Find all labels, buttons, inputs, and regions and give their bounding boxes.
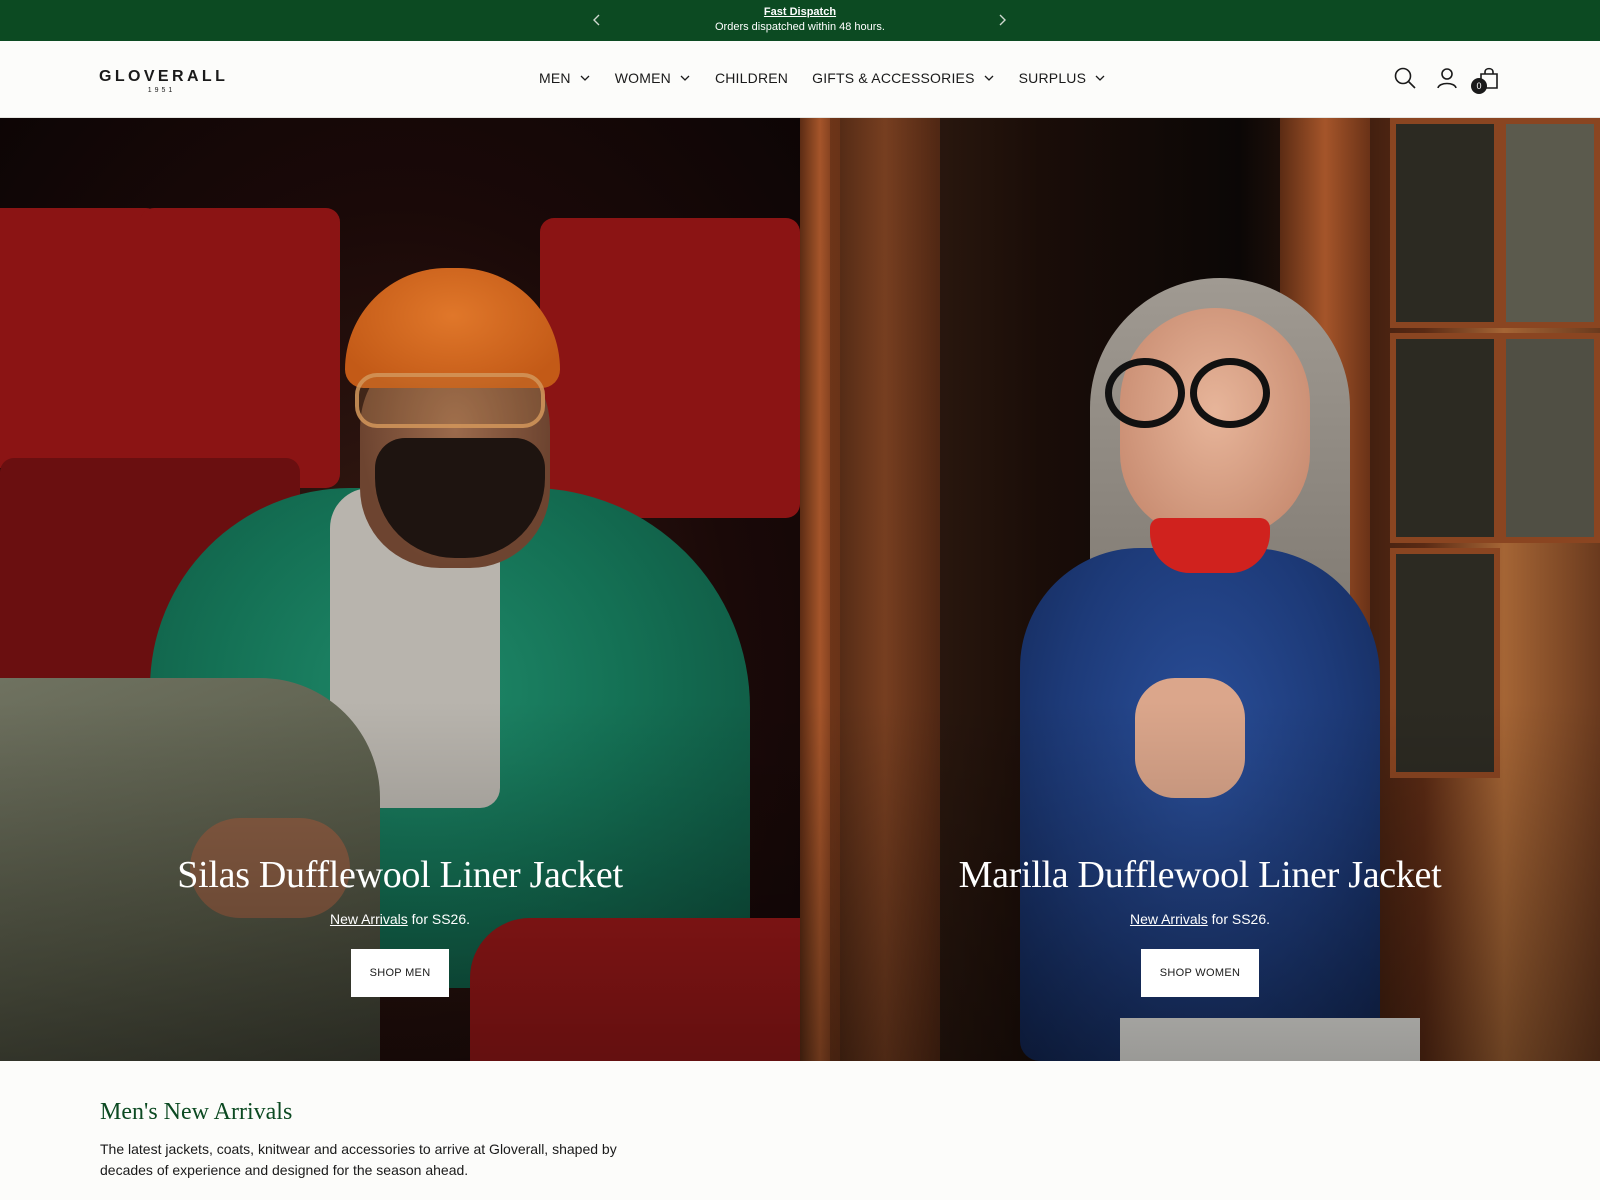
model-glasses-image [1190,358,1270,428]
model-scarf-image [1150,518,1270,573]
nav-item-gifts-accessories[interactable]: GIFTS & ACCESSORIES [812,70,995,86]
announcement-message: Fast Dispatch Orders dispatched within 4… [0,5,1600,34]
nav-item-label: CHILDREN [714,70,789,86]
nav-item-label: MEN [539,70,571,86]
theatre-seat-image [140,208,340,488]
chevron-down-icon [580,75,590,81]
door-window-image [1390,333,1500,543]
chevron-down-icon [680,75,690,81]
hero-subtitle-text: for SS26. [1207,911,1271,927]
cart-count-badge: 0 [1471,78,1487,94]
chevron-right-icon[interactable] [994,12,1010,28]
brand-wordmark: GLOVERALL [99,68,229,85]
theatre-seat-image [0,208,160,468]
new-arrivals-link[interactable]: New Arrivals [1130,911,1208,927]
search-icon[interactable] [1393,66,1417,90]
new-arrivals-section: Men's New Arrivals The latest jackets, c… [100,1097,620,1181]
hero-subtitle-men: New Arrivals for SS26. [0,911,800,927]
site-header: GLOVERALL 1951 MEN WOMEN CHILDREN GIFTS … [0,41,1600,118]
hero-banner: Silas Dufflewool Liner Jacket New Arriva… [0,118,1600,1061]
hero-panel-men[interactable]: Silas Dufflewool Liner Jacket New Arriva… [0,118,800,1061]
nav-item-label: GIFTS & ACCESSORIES [812,70,975,86]
new-arrivals-link[interactable]: New Arrivals [330,911,408,927]
hero-subtitle-text: for SS26. [407,911,471,927]
cart-icon[interactable]: 0 [1471,66,1501,94]
hero-caption-men: Silas Dufflewool Liner Jacket New Arriva… [0,853,800,997]
door-window-image [1500,118,1600,328]
announcement-bar: Fast Dispatch Orders dispatched within 4… [0,0,1600,41]
shop-men-button[interactable]: SHOP MEN [350,949,450,997]
hero-subtitle-women: New Arrivals for SS26. [800,911,1600,927]
theatre-seat-image [540,218,800,518]
header-icons: 0 [1393,66,1501,94]
main-nav: MEN WOMEN CHILDREN GIFTS & ACCESSORIES S… [539,70,1130,86]
nav-item-children[interactable]: CHILDREN [715,70,788,86]
shop-women-button[interactable]: SHOP WOMEN [1140,949,1260,997]
nav-item-surplus[interactable]: SURPLUS [1019,70,1107,86]
chevron-down-icon [984,75,994,81]
section-description: The latest jackets, coats, knitwear and … [100,1141,617,1178]
brand-logo[interactable]: GLOVERALL 1951 [99,68,229,95]
door-window-image [1390,118,1500,328]
door-window-image [1500,333,1600,543]
model-glasses-image [1105,358,1185,428]
account-icon[interactable] [1435,66,1459,90]
nav-item-men[interactable]: MEN [539,70,591,86]
hero-panel-women[interactable]: Marilla Dufflewool Liner Jacket New Arri… [800,118,1600,1061]
model-glasses-image [355,373,545,428]
hero-caption-women: Marilla Dufflewool Liner Jacket New Arri… [800,853,1600,997]
hero-title-men: Silas Dufflewool Liner Jacket [177,854,623,896]
section-heading: Men's New Arrivals [100,1099,293,1125]
announcement-text: Orders dispatched within 48 hours. [715,21,885,33]
nav-item-women[interactable]: WOMEN [615,70,691,86]
chevron-down-icon [1095,75,1105,81]
nav-item-label: WOMEN [614,70,671,86]
brand-year: 1951 [147,87,176,94]
nav-item-label: SURPLUS [1018,70,1087,86]
model-cap-image [345,268,560,388]
hero-title-women: Marilla Dufflewool Liner Jacket [958,854,1442,896]
announcement-title-link[interactable]: Fast Dispatch [0,5,1600,19]
